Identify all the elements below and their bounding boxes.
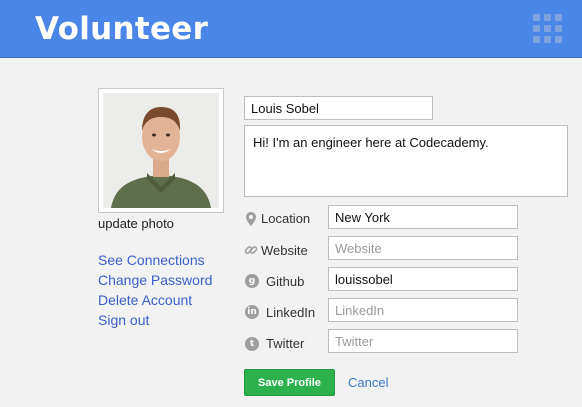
cancel-link[interactable]: Cancel <box>348 375 388 390</box>
name-input[interactable] <box>244 96 433 120</box>
change-password-link[interactable]: Change Password <box>98 270 212 290</box>
location-label: Location <box>261 211 311 226</box>
account-links: See Connections Change Password Delete A… <box>98 250 212 330</box>
twitter-input[interactable] <box>328 329 518 353</box>
avatar <box>103 93 219 208</box>
app-header: Volunteer <box>0 0 582 58</box>
update-photo-link[interactable]: update photo <box>98 216 174 231</box>
delete-account-link[interactable]: Delete Account <box>98 290 212 310</box>
apps-grid-icon[interactable] <box>533 14 562 43</box>
website-label: Website <box>261 243 308 258</box>
app-title: Volunteer <box>35 11 209 47</box>
website-input[interactable] <box>328 236 518 260</box>
save-profile-button[interactable]: Save Profile <box>244 369 335 396</box>
github-input[interactable] <box>328 267 518 291</box>
link-icon <box>244 243 258 257</box>
location-pin-icon <box>244 212 258 226</box>
location-input[interactable] <box>328 205 518 229</box>
profile-photo <box>98 88 224 213</box>
bio-textarea[interactable]: Hi! I'm an engineer here at Codecademy. <box>244 125 568 197</box>
github-label: Github <box>266 274 305 289</box>
twitter-label: Twitter <box>266 336 305 351</box>
linkedin-input[interactable] <box>328 298 518 322</box>
see-connections-link[interactable]: See Connections <box>98 250 212 270</box>
linkedin-icon: in <box>245 305 259 319</box>
sign-out-link[interactable]: Sign out <box>98 310 212 330</box>
github-icon: g <box>245 274 259 288</box>
twitter-icon: t <box>245 337 259 351</box>
linkedin-label: LinkedIn <box>266 305 316 320</box>
